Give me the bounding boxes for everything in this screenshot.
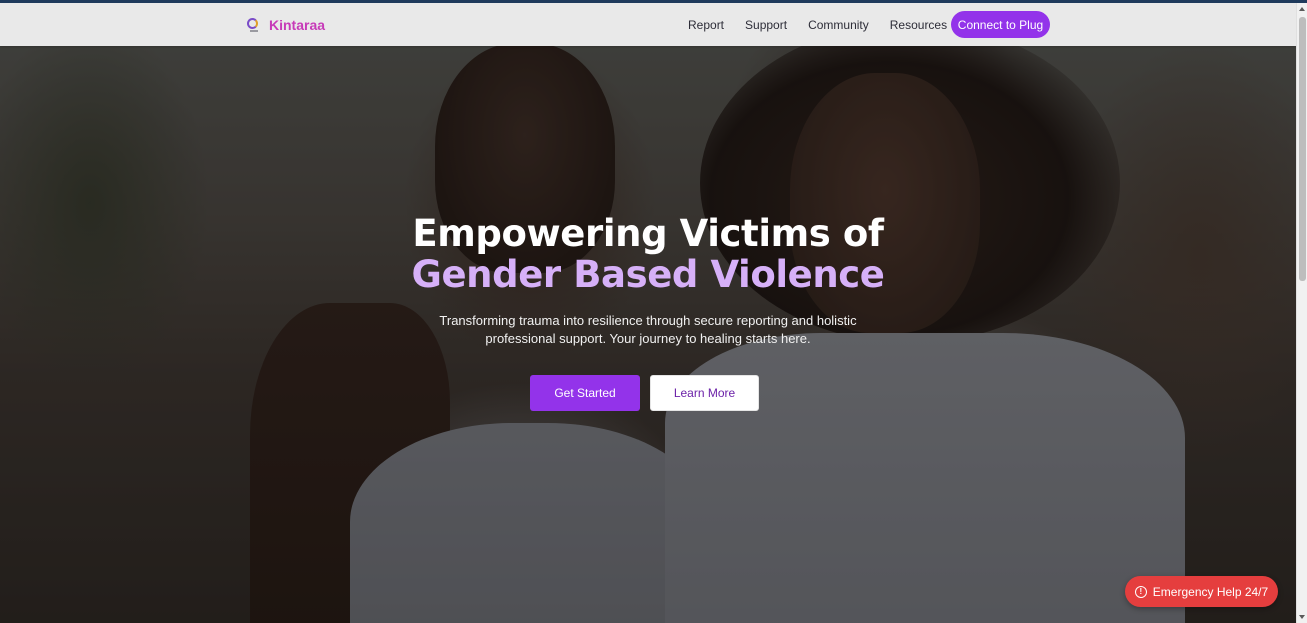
hero-content: Empowering Victims of Gender Based Viole… [398,213,898,348]
hero-title-line2: Gender Based Violence [411,253,885,296]
page: Kintaraa Report Support Community Resour… [0,3,1296,623]
connect-to-plug-button[interactable]: Connect to Plug [951,11,1050,38]
scroll-down-arrow-icon[interactable] [1299,615,1305,619]
get-started-button[interactable]: Get Started [530,375,640,411]
kintaraa-logo-icon [246,17,260,33]
hero-title: Empowering Victims of Gender Based Viole… [398,213,898,295]
hero-buttons: Get Started Learn More [530,375,759,411]
hero-subtitle: Transforming trauma into resilience thro… [439,313,857,346]
learn-more-button[interactable]: Learn More [650,375,759,411]
hero-title-line1: Empowering Victims of [412,212,884,255]
top-navbar: Kintaraa Report Support Community Resour… [0,3,1296,46]
alert-circle-icon: ! [1134,585,1147,598]
vertical-scrollbar[interactable] [1296,3,1307,623]
nav-link-support[interactable]: Support [745,18,787,32]
nav-link-report[interactable]: Report [688,18,724,32]
nav-links: Report Support Community Resources [688,3,947,46]
emergency-help-label: Emergency Help 24/7 [1152,584,1269,599]
brand-name: Kintaraa [269,17,326,33]
scrollbar-thumb[interactable] [1299,17,1306,281]
nav-link-community[interactable]: Community [808,18,869,32]
scroll-up-arrow-icon[interactable] [1299,7,1305,11]
nav-link-resources[interactable]: Resources [890,18,947,32]
emergency-help-button[interactable]: ! Emergency Help 24/7 [1125,576,1278,607]
brand[interactable]: Kintaraa [246,14,325,36]
